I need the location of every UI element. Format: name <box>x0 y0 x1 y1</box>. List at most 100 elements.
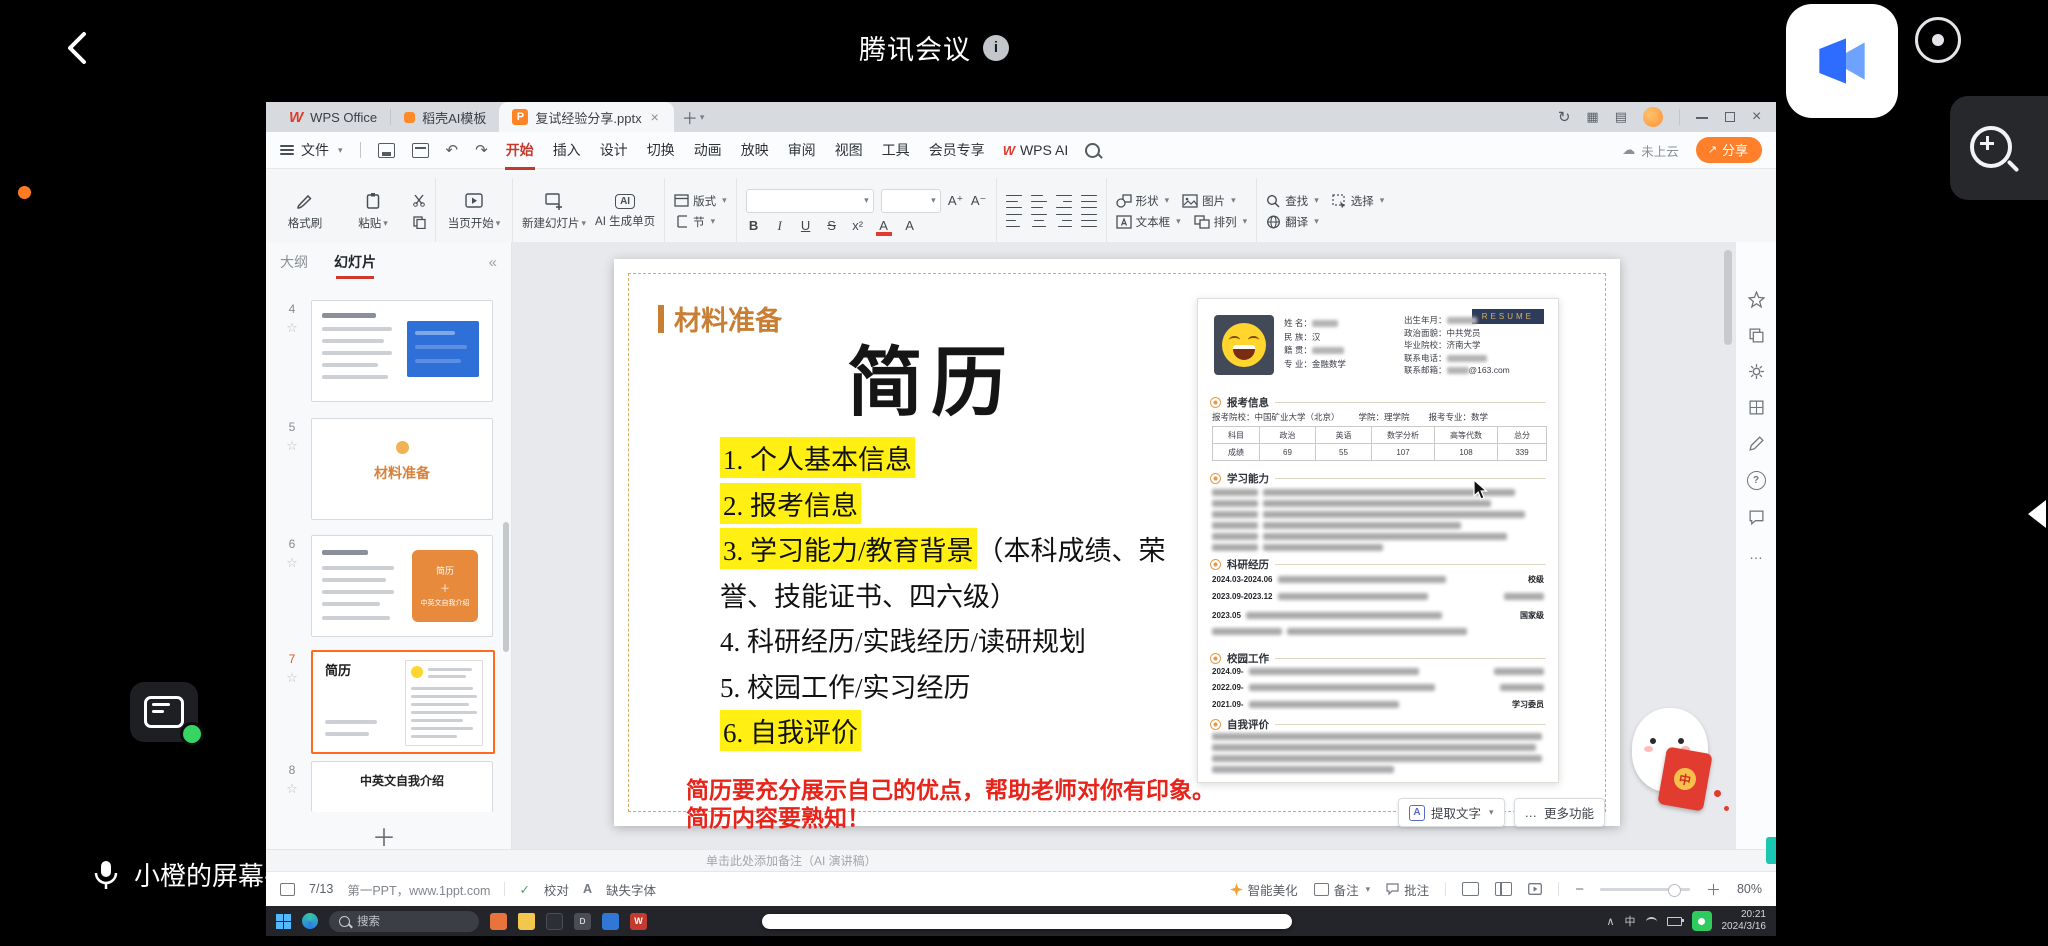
zoom-slider[interactable] <box>1599 883 1690 897</box>
comment-icon[interactable] <box>1748 509 1765 526</box>
tab-document[interactable]: P 复试经验分享.pptx × <box>499 102 674 132</box>
new-slide-button[interactable]: 新建幻灯片 ▾ <box>522 174 586 248</box>
menu-tab-tools[interactable]: 工具 <box>881 138 911 162</box>
collapse-panel-icon[interactable]: « <box>489 254 497 271</box>
redo-icon[interactable]: ↷ <box>475 141 488 159</box>
paste-button[interactable]: 粘贴 ▾ <box>344 191 402 231</box>
start-button[interactable] <box>276 913 291 929</box>
underline-button[interactable]: U <box>798 218 814 233</box>
green-app-badge[interactable] <box>1691 911 1712 931</box>
undo-icon[interactable]: ↶ <box>446 141 459 159</box>
tray-expand-icon[interactable]: ∧ <box>1606 915 1614 928</box>
italic-button[interactable]: I <box>772 218 788 234</box>
superscript-button[interactable]: x² <box>850 218 866 233</box>
taskbar-app-2[interactable] <box>546 912 563 930</box>
taskbar-search[interactable]: 搜索 <box>329 910 479 932</box>
strikethrough-button[interactable]: S <box>824 218 840 233</box>
window-close-button[interactable]: × <box>1752 109 1764 125</box>
bullet-list-icon[interactable] <box>1005 194 1022 209</box>
more-tools-icon[interactable]: … <box>1748 545 1765 562</box>
extract-text-button[interactable]: A 提取文字 ▾ <box>1398 798 1505 827</box>
history-icon[interactable]: ↻ <box>1558 108 1571 126</box>
menu-tab-design[interactable]: 设计 <box>599 138 629 162</box>
align-justify-icon[interactable] <box>1080 213 1097 228</box>
font-decrease-button[interactable]: A⁻ <box>971 193 987 209</box>
help-icon[interactable]: ? <box>1746 471 1766 490</box>
menu-tab-home[interactable]: 开始 <box>504 138 535 170</box>
menu-tab-animation[interactable]: 动画 <box>693 138 723 162</box>
beautify-button[interactable]: 智能美化 <box>1229 880 1298 899</box>
proofread-status[interactable]: 校对 <box>544 880 569 899</box>
edge-browser-icon[interactable] <box>302 913 318 929</box>
layout-button[interactable]: 版式 ▾ <box>674 193 727 209</box>
font-increase-button[interactable]: A⁺ <box>948 193 964 209</box>
zoom-control[interactable] <box>1950 96 2048 200</box>
notes-bar[interactable]: 单击此处添加备注（AI 演讲稿） <box>266 849 1776 871</box>
menu-tab-review[interactable]: 审阅 <box>787 138 817 162</box>
panel-scrollbar[interactable] <box>503 522 509 652</box>
grid-icon[interactable] <box>1748 399 1765 416</box>
play-current-button[interactable]: 当页开始 ▾ <box>445 174 503 248</box>
save-icon[interactable] <box>377 142 395 158</box>
beautify-floating-accent[interactable] <box>1766 837 1776 864</box>
zoom-in-button[interactable]: ＋ <box>1706 879 1721 900</box>
record-icon[interactable] <box>1915 17 1961 63</box>
gear-icon[interactable] <box>1748 363 1765 380</box>
line-spacing-icon[interactable] <box>1080 194 1097 209</box>
section-button[interactable]: 节 ▾ <box>674 214 727 230</box>
star-icon[interactable]: ☆ <box>286 670 298 686</box>
slide-list[interactable]: 1. 个人基本信息 2. 报考信息 3. 学习能力/教育背景 （本科成绩、荣 誉、… <box>720 435 1166 754</box>
find-button[interactable]: 查找 ▾ <box>1266 193 1319 209</box>
star-icon[interactable]: ☆ <box>286 555 298 571</box>
picture-button[interactable]: 图片 ▾ <box>1182 193 1236 209</box>
font-color-button[interactable]: A <box>875 218 892 236</box>
font-family-select[interactable]: ▾ <box>745 188 874 213</box>
notes-button[interactable]: 备注 ▾ <box>1313 880 1370 899</box>
missing-font-status[interactable]: 缺失字体 <box>606 880 656 899</box>
menu-tab-wps-ai[interactable]: W WPS AI <box>1003 142 1069 158</box>
properties-icon[interactable] <box>1748 260 1765 272</box>
align-right-icon[interactable] <box>1055 213 1072 228</box>
slide-thumb-7-selected[interactable]: 7 ☆ 简历 <box>280 650 495 754</box>
view-play-icon[interactable] <box>1528 883 1543 895</box>
tab-template[interactable]: 稻壳AI模板 <box>391 102 499 132</box>
select-button[interactable]: 选择 ▾ <box>1332 193 1384 209</box>
highlight-color-button[interactable]: A <box>902 218 918 233</box>
align-left-icon[interactable] <box>1005 213 1022 228</box>
wifi-icon[interactable] <box>1645 916 1657 926</box>
user-avatar[interactable] <box>1643 107 1663 127</box>
more-features-button[interactable]: … 更多功能 <box>1513 798 1606 827</box>
horizontal-scroll-pill[interactable] <box>762 914 1292 929</box>
print-icon[interactable] <box>411 142 429 158</box>
bold-button[interactable]: B <box>746 218 762 233</box>
textbox-button[interactable]: 文本框 ▾ <box>1115 214 1181 230</box>
folder-icon[interactable] <box>518 912 535 930</box>
indent-decrease-icon[interactable] <box>1055 194 1072 209</box>
menu-search-icon[interactable] <box>1085 142 1101 158</box>
menu-tab-slideshow[interactable]: 放映 <box>740 138 770 162</box>
numbered-list-icon[interactable] <box>1030 194 1047 209</box>
slide-thumb-5[interactable]: 5 ☆ 材料准备 <box>280 418 493 520</box>
slide-title[interactable]: 简历 <box>847 321 1015 431</box>
view-sorter-icon[interactable] <box>1495 882 1513 896</box>
tab-outline[interactable]: 大纲 <box>280 252 308 272</box>
share-button[interactable]: ↗ 分享 <box>1695 137 1762 163</box>
star-icon[interactable]: ☆ <box>286 320 298 336</box>
view-normal-icon[interactable] <box>1462 882 1480 896</box>
star-effect-icon[interactable] <box>1747 291 1765 308</box>
canvas-scrollbar[interactable] <box>1724 250 1732 345</box>
menu-tab-view[interactable]: 视图 <box>834 138 864 162</box>
comments-button[interactable]: 批注 <box>1386 880 1429 899</box>
file-menu[interactable]: 文件 ▾ <box>280 140 343 160</box>
resume-image[interactable]: RESUME 姓 名： 民 族：汉 籍 贯： 专 业：金融数学 出生年月： 政治… <box>1197 298 1559 783</box>
cloud-status[interactable]: ☁ 未上云 <box>1622 141 1679 160</box>
copy-icon[interactable] <box>412 215 426 229</box>
sidebar-toggle[interactable] <box>2028 500 2046 528</box>
star-icon[interactable]: ☆ <box>286 438 298 454</box>
layout-switch-icon[interactable]: ▤ <box>1615 109 1627 125</box>
layers-icon[interactable] <box>1748 327 1765 344</box>
meeting-app-logo[interactable] <box>1786 4 1898 118</box>
menu-tab-transition[interactable]: 切换 <box>646 138 676 162</box>
tab-list-dropdown-icon[interactable]: ▾ <box>700 112 705 123</box>
apps-grid-icon[interactable]: ▦ <box>1586 109 1598 125</box>
